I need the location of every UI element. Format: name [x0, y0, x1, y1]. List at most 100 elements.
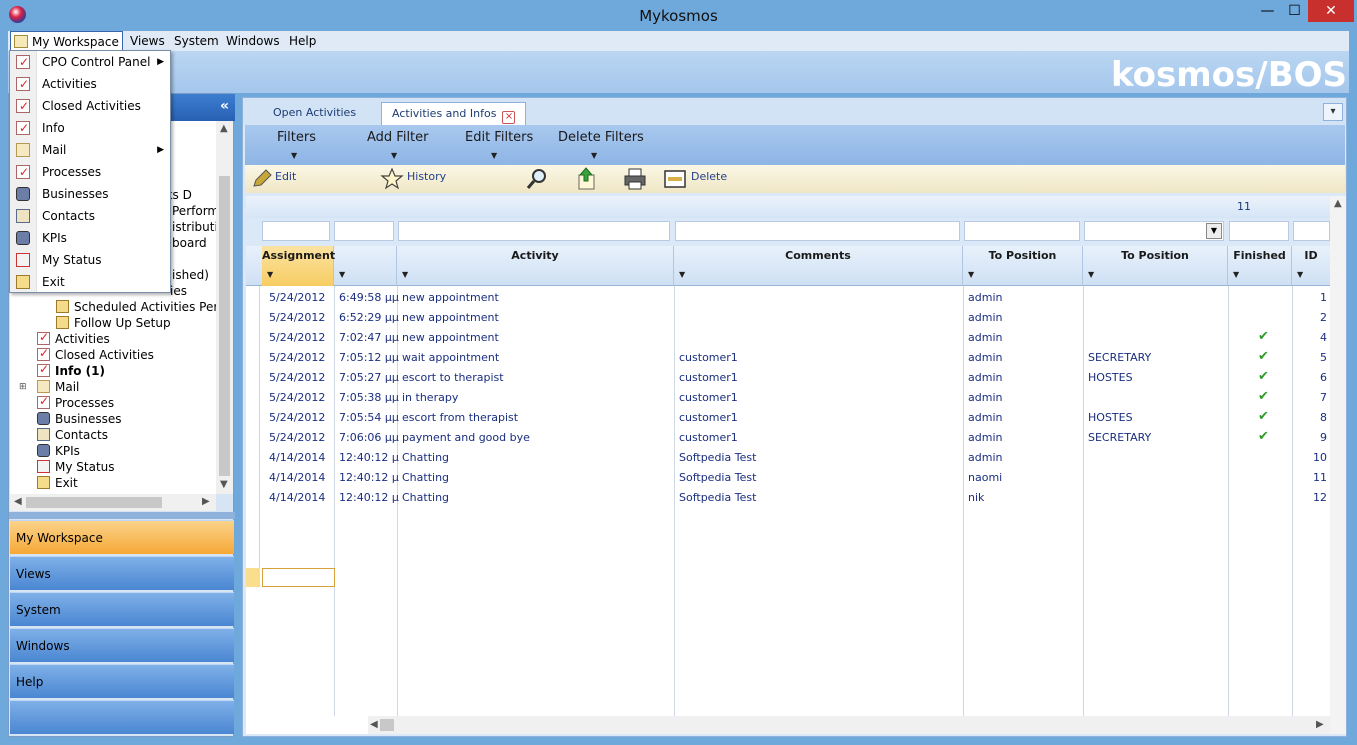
sort-chevron-icon[interactable]: ▼: [402, 270, 408, 279]
delete-button[interactable]: Delete: [691, 170, 727, 183]
cell-date[interactable]: 5/24/2012: [269, 371, 335, 384]
delete-filters-button[interactable]: Delete Filters: [558, 130, 644, 145]
cell-to-position[interactable]: admin: [968, 431, 1083, 444]
cell-time[interactable]: 6:52:29 μμ: [339, 311, 399, 324]
cell-activity[interactable]: escort to therapist: [402, 371, 674, 384]
cell-to-position[interactable]: admin: [968, 291, 1083, 304]
cell-activity[interactable]: new appointment: [402, 311, 674, 324]
table-row[interactable]: 4/14/2014 12:40:12 μμChatting Softpedia Te…: [262, 448, 1330, 468]
scroll-up-icon[interactable]: ▲: [1334, 198, 1342, 209]
cell-id[interactable]: 10: [1302, 451, 1327, 464]
cell-to-position[interactable]: admin: [968, 411, 1083, 424]
table-row[interactable]: 5/24/2012 7:02:47 μμ new appointment admin 4…: [262, 328, 1330, 348]
menu-item-exit[interactable]: Exit: [10, 271, 170, 293]
cell-comments[interactable]: customer1: [679, 411, 964, 424]
cell-to-position[interactable]: admin: [968, 331, 1083, 344]
tree-vscroll-thumb[interactable]: [219, 176, 230, 476]
cell-comments[interactable]: Softpedia Test: [679, 491, 964, 504]
tree-item-contacts[interactable]: Contacts: [37, 427, 108, 443]
chevron-down-icon[interactable]: ▼: [491, 151, 497, 160]
cell-id[interactable]: 8: [1302, 411, 1327, 424]
cell-id[interactable]: 11: [1302, 471, 1327, 484]
filter-assignment-input[interactable]: [262, 221, 330, 241]
tree-item-processes[interactable]: Processes: [37, 393, 114, 411]
menu-windows[interactable]: Windows: [223, 31, 283, 51]
tree-hscroll-thumb[interactable]: [26, 497, 162, 508]
close-button[interactable]: ✕: [1308, 0, 1354, 22]
cell-to-position-2[interactable]: SECRETARY: [1088, 351, 1228, 364]
nav-button-system[interactable]: System: [10, 592, 234, 626]
table-row[interactable]: 4/14/2014 12:40:12 μμChatting Softpedia Te…: [262, 468, 1330, 488]
cell-id[interactable]: 4: [1302, 331, 1327, 344]
sort-chevron-icon[interactable]: ▼: [1297, 270, 1303, 279]
tree-item-businesses[interactable]: Businesses: [37, 411, 122, 427]
sort-chevron-icon[interactable]: ▼: [1233, 270, 1239, 279]
table-row[interactable]: 5/24/2012 7:05:54 μμ escort from therapist…: [262, 408, 1330, 428]
maximize-button[interactable]: ☐: [1281, 0, 1308, 22]
history-button[interactable]: History: [407, 170, 446, 183]
cell-date[interactable]: 5/24/2012: [269, 311, 335, 324]
filter-activity-input[interactable]: [398, 221, 670, 241]
scroll-left-icon[interactable]: ◀: [370, 719, 378, 730]
tree-item-kpis[interactable]: KPIs: [37, 443, 80, 459]
scroll-left-icon[interactable]: ◀: [14, 496, 22, 507]
grid-hscroll-thumb[interactable]: [380, 719, 394, 731]
menu-my-workspace[interactable]: My Workspace: [10, 31, 123, 51]
menu-item-info[interactable]: Info: [10, 117, 170, 139]
cell-to-position[interactable]: admin: [968, 351, 1083, 364]
sort-chevron-icon[interactable]: ▼: [339, 270, 345, 279]
cell-time[interactable]: 7:06:06 μμ: [339, 431, 399, 444]
tab-activities-and-infos[interactable]: Activities and Infos ×: [381, 102, 527, 125]
filters-button[interactable]: Filters: [277, 130, 316, 145]
cell-comments[interactable]: customer1: [679, 351, 964, 364]
panel-splitter[interactable]: [9, 512, 235, 519]
cell-activity[interactable]: escort from therapist: [402, 411, 674, 424]
cell-to-position[interactable]: admin: [968, 391, 1083, 404]
cell-activity[interactable]: in therapy: [402, 391, 674, 404]
export-icon[interactable]: [575, 167, 599, 191]
column-header-comments[interactable]: Comments ▼: [674, 246, 963, 286]
tab-list-chevron-icon[interactable]: ▾: [1323, 103, 1343, 121]
cell-id[interactable]: 5: [1302, 351, 1327, 364]
table-row[interactable]: 5/24/2012 7:05:12 μμ wait appointment custo…: [262, 348, 1330, 368]
tree-item-follow-up-setup[interactable]: Follow Up Setup: [56, 315, 171, 331]
tab-open-activities[interactable]: Open Activities: [263, 102, 366, 125]
menu-item-mail[interactable]: Mail ▶: [10, 139, 170, 161]
chevron-down-icon[interactable]: ▼: [591, 151, 597, 160]
menu-item-businesses[interactable]: Businesses: [10, 183, 170, 205]
table-row[interactable]: 5/24/2012 7:06:06 μμ payment and good bye c…: [262, 428, 1330, 448]
table-row[interactable]: 5/24/2012 7:05:27 μμ escort to therapist cu…: [262, 368, 1330, 388]
cell-time[interactable]: 7:05:12 μμ: [339, 351, 399, 364]
cell-time[interactable]: 7:05:54 μμ: [339, 411, 399, 424]
cell-activity[interactable]: Chatting: [402, 471, 674, 484]
sort-chevron-icon[interactable]: ▼: [1088, 270, 1094, 279]
expand-icon[interactable]: ⊞: [19, 379, 27, 395]
cell-date[interactable]: 5/24/2012: [269, 291, 335, 304]
cell-date[interactable]: 4/14/2014: [269, 491, 335, 504]
cell-time[interactable]: 12:40:12 μμ: [339, 451, 399, 464]
grid-horizontal-scrollbar[interactable]: ◀ ▶: [368, 716, 1330, 734]
filter-time-input[interactable]: [334, 221, 394, 241]
column-header-to-position-2[interactable]: To Position ▼: [1083, 246, 1228, 286]
cell-date[interactable]: 5/24/2012: [269, 331, 335, 344]
cell-comments[interactable]: customer1: [679, 431, 964, 444]
menu-views[interactable]: Views: [127, 31, 168, 51]
nav-button-empty[interactable]: [10, 700, 234, 734]
chevron-down-icon[interactable]: ▼: [1206, 223, 1222, 239]
menu-item-cpo-control-panel[interactable]: CPO Control Panel ▶: [10, 51, 170, 73]
cell-comments[interactable]: customer1: [679, 371, 964, 384]
column-header-id[interactable]: ID ▼: [1292, 246, 1330, 286]
chevron-down-icon[interactable]: ▼: [291, 151, 297, 160]
sort-chevron-icon[interactable]: ▼: [267, 270, 273, 279]
nav-button-views[interactable]: Views: [10, 556, 234, 590]
filter-id-input[interactable]: [1293, 221, 1330, 241]
column-header-finished[interactable]: Finished ▼: [1228, 246, 1292, 286]
cell-date[interactable]: 4/14/2014: [269, 471, 335, 484]
menu-item-contacts[interactable]: Contacts: [10, 205, 170, 227]
cell-time[interactable]: 6:49:58 μμ: [339, 291, 399, 304]
collapse-panel-icon[interactable]: «: [220, 98, 229, 114]
scroll-up-icon[interactable]: ▲: [220, 123, 228, 134]
cell-time[interactable]: 7:05:27 μμ: [339, 371, 399, 384]
history-star-icon[interactable]: [380, 167, 404, 191]
cell-to-position[interactable]: admin: [968, 311, 1083, 324]
